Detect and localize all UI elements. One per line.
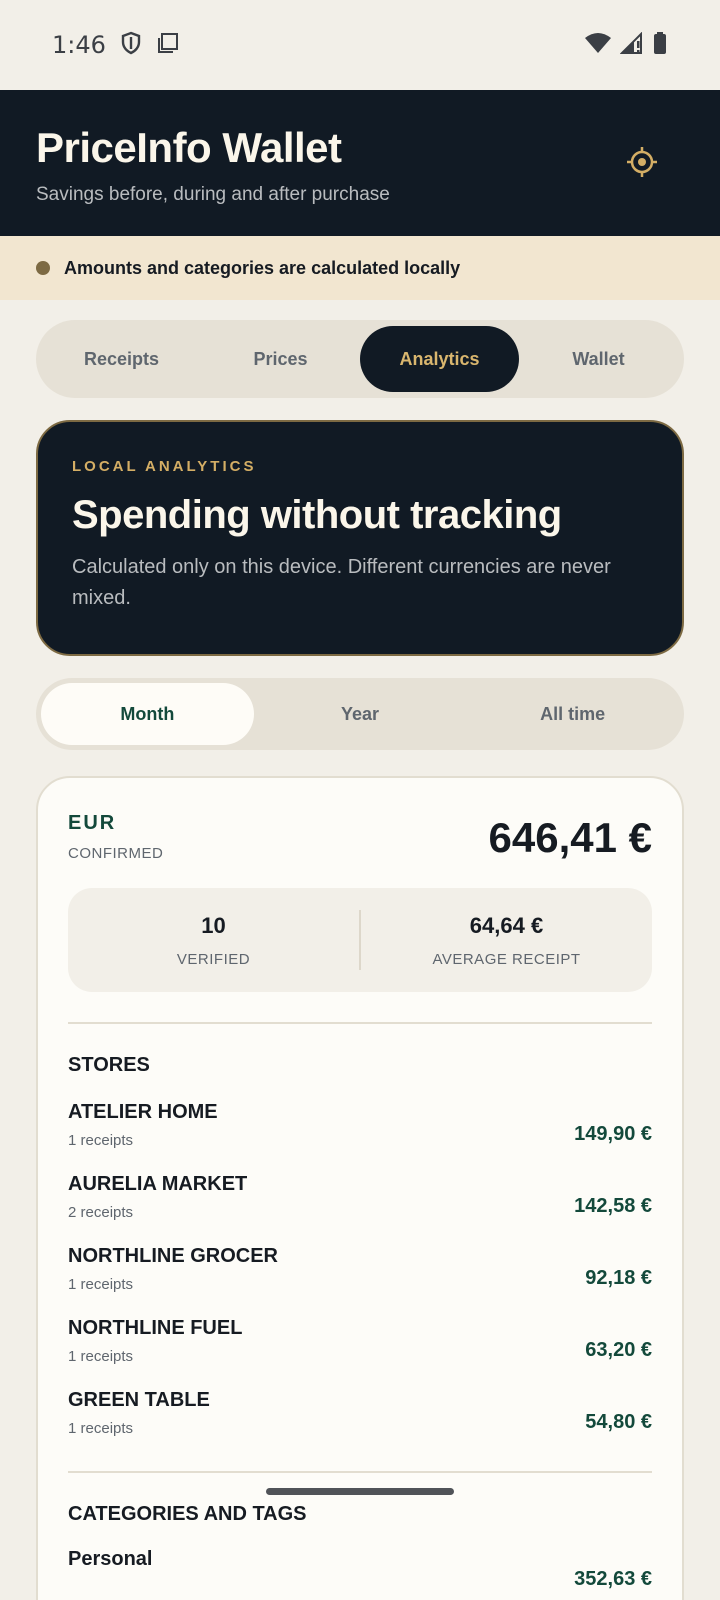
period-year[interactable]: Year: [254, 683, 467, 745]
period-all-time[interactable]: All time: [466, 683, 679, 745]
store-name: AURELIA MARKET: [68, 1173, 248, 1195]
stat-verified: 10 VERIFIED: [68, 913, 359, 968]
currency-summary-card: EUR CONFIRMED 646,41 € 10 VERIFIED 64,64…: [36, 776, 684, 1600]
store-amount: 63,20 €: [585, 1338, 652, 1361]
store-receipt-count: 1 receipts: [68, 1348, 134, 1365]
stores-title: STORES: [68, 1054, 150, 1076]
store-info: NORTHLINE GROCER 1 receipts: [68, 1245, 278, 1293]
shield-icon: [120, 31, 142, 60]
store-amount: 92,18 €: [585, 1266, 652, 1289]
store-row[interactable]: NORTHLINE FUEL 1 receipts 63,20 €: [68, 1305, 652, 1377]
status-left: 1:46: [52, 31, 180, 60]
store-info: AURELIA MARKET 2 receipts: [68, 1173, 247, 1221]
hero-kicker: LOCAL ANALYTICS: [72, 458, 257, 475]
verified-count: 10: [201, 912, 226, 938]
period-selector: Month Year All time: [36, 678, 684, 750]
average-value: 64,64 €: [469, 912, 544, 938]
store-receipt-count: 1 receipts: [68, 1276, 134, 1293]
store-receipt-count: 2 receipts: [68, 1204, 134, 1221]
app-subtitle: Savings before, during and after purchas…: [36, 184, 390, 205]
tab-wallet[interactable]: Wallet: [519, 326, 678, 392]
hero-description: Calculated only on this device. Differen…: [72, 556, 611, 609]
store-name: GREEN TABLE: [68, 1389, 210, 1411]
main-tabs: Receipts Prices Analytics Wallet: [36, 320, 684, 398]
store-row[interactable]: NORTHLINE GROCER 1 receipts 92,18 €: [68, 1233, 652, 1305]
signal-icon: [619, 31, 644, 59]
settings-button[interactable]: [622, 144, 662, 184]
total-amount: 646,41 €: [488, 814, 653, 861]
store-row[interactable]: GREEN TABLE 1 receipts 54,80 €: [68, 1377, 652, 1449]
store-receipt-count: 1 receipts: [68, 1132, 134, 1149]
local-calculation-banner: Amounts and categories are calculated lo…: [0, 236, 720, 300]
divider: [68, 1022, 652, 1024]
store-name: NORTHLINE FUEL: [68, 1317, 243, 1339]
analytics-hero-card: LOCAL ANALYTICS Spending without trackin…: [36, 420, 684, 656]
store-info: ATELIER HOME 1 receipts: [68, 1101, 218, 1149]
app-header: PriceInfo Wallet Savings before, during …: [0, 90, 720, 236]
category-name: Personal: [68, 1548, 153, 1570]
stats-box: 10 VERIFIED 64,64 € AVERAGE RECEIPT: [68, 888, 652, 992]
store-name: ATELIER HOME: [68, 1101, 218, 1123]
status-bar: 1:46: [0, 0, 720, 90]
categories-title: CATEGORIES AND TAGS: [68, 1503, 307, 1525]
banner-text: Amounts and categories are calculated lo…: [64, 257, 461, 278]
tab-receipts[interactable]: Receipts: [42, 326, 201, 392]
screenshot-icon: [156, 31, 180, 60]
store-amount: 54,80 €: [585, 1410, 652, 1433]
period-month[interactable]: Month: [41, 683, 254, 745]
tab-prices[interactable]: Prices: [201, 326, 360, 392]
tab-analytics[interactable]: Analytics: [360, 326, 519, 392]
category-row[interactable]: Personal 352,63 €: [68, 1548, 652, 1591]
store-amount: 149,90 €: [574, 1122, 652, 1145]
status-time: 1:46: [52, 31, 106, 59]
divider: [68, 1471, 652, 1473]
store-list: ATELIER HOME 1 receipts 149,90 € AURELIA…: [68, 1089, 652, 1449]
store-receipt-count: 1 receipts: [68, 1420, 134, 1437]
hero-title: Spending without tracking: [72, 493, 562, 537]
stat-average: 64,64 € AVERAGE RECEIPT: [361, 913, 652, 968]
store-name: NORTHLINE GROCER: [68, 1245, 278, 1267]
app-title: PriceInfo Wallet: [36, 124, 342, 171]
home-indicator[interactable]: [266, 1488, 454, 1495]
store-row[interactable]: ATELIER HOME 1 receipts 149,90 €: [68, 1089, 652, 1161]
status-dot: [36, 261, 50, 275]
battery-icon: [652, 31, 668, 60]
summary-header: EUR CONFIRMED 646,41 €: [68, 812, 652, 862]
wifi-icon: [584, 32, 612, 59]
category-amount: 352,63 €: [574, 1568, 652, 1590]
store-info: GREEN TABLE 1 receipts: [68, 1389, 210, 1437]
store-info: NORTHLINE FUEL 1 receipts: [68, 1317, 242, 1365]
status-right: [584, 31, 668, 60]
currency-code: EUR: [68, 812, 117, 834]
average-label: AVERAGE RECEIPT: [432, 950, 581, 968]
currency-block: EUR CONFIRMED: [68, 812, 163, 862]
store-row[interactable]: AURELIA MARKET 2 receipts 142,58 €: [68, 1161, 652, 1233]
store-amount: 142,58 €: [574, 1194, 652, 1217]
verified-label: VERIFIED: [176, 950, 251, 968]
confirmed-label: CONFIRMED: [68, 845, 164, 862]
crosshair-settings-icon: [626, 146, 658, 183]
